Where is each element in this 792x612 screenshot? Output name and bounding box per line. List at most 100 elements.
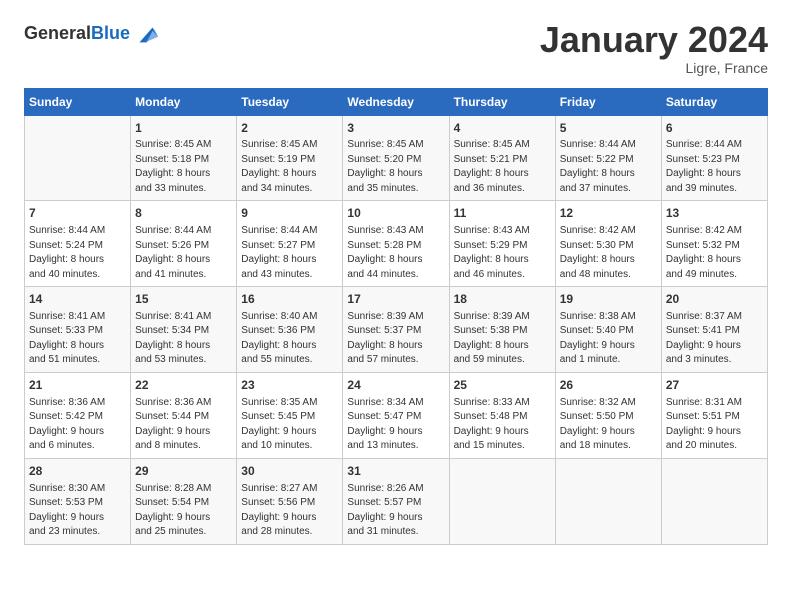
- cell-info: Sunrise: 8:45 AMSunset: 5:18 PMDaylight:…: [135, 138, 232, 196]
- cell-info: Sunrise: 8:38 AMSunset: 5:40 PMDaylight:…: [560, 310, 657, 368]
- day-number: 7: [29, 205, 126, 222]
- calendar-cell: 22Sunrise: 8:36 AMSunset: 5:44 PMDayligh…: [131, 372, 237, 458]
- calendar-cell: 23Sunrise: 8:35 AMSunset: 5:45 PMDayligh…: [237, 372, 343, 458]
- col-header-saturday: Saturday: [661, 88, 767, 115]
- calendar-cell: [25, 115, 131, 201]
- cell-info: Sunrise: 8:28 AMSunset: 5:54 PMDaylight:…: [135, 482, 232, 540]
- cell-info: Sunrise: 8:39 AMSunset: 5:37 PMDaylight:…: [347, 310, 444, 368]
- calendar-cell: 2Sunrise: 8:45 AMSunset: 5:19 PMDaylight…: [237, 115, 343, 201]
- week-row-2: 7 Sunrise: 8:44 AMSunset: 5:24 PMDaylight…: [25, 201, 768, 287]
- cell-info: Sunrise: 8:42 AMSunset: 5:32 PMDaylight:…: [666, 224, 763, 282]
- cell-info: Sunrise: 8:31 AMSunset: 5:51 PMDaylight:…: [666, 396, 763, 454]
- week-row-1: 1Sunrise: 8:45 AMSunset: 5:18 PMDaylight…: [25, 115, 768, 201]
- day-number: 2: [241, 120, 338, 137]
- day-number: 6: [666, 120, 763, 137]
- cell-info: Sunrise: 8:43 AMSunset: 5:28 PMDaylight:…: [347, 224, 444, 282]
- calendar-cell: 3Sunrise: 8:45 AMSunset: 5:20 PMDaylight…: [343, 115, 449, 201]
- day-number: 21: [29, 377, 126, 394]
- day-number: 8: [135, 205, 232, 222]
- header: GeneralBlue January 2024 Ligre, France: [24, 20, 768, 76]
- calendar-cell: 28Sunrise: 8:30 AMSunset: 5:53 PMDayligh…: [25, 458, 131, 544]
- calendar-cell: 6Sunrise: 8:44 AMSunset: 5:23 PMDaylight…: [661, 115, 767, 201]
- cell-info: Sunrise: 8:44 AMSunset: 5:23 PMDaylight:…: [666, 138, 763, 196]
- day-number: 17: [347, 291, 444, 308]
- calendar-cell: [449, 458, 555, 544]
- cell-info: Sunrise: 8:32 AMSunset: 5:50 PMDaylight:…: [560, 396, 657, 454]
- calendar-cell: 1Sunrise: 8:45 AMSunset: 5:18 PMDaylight…: [131, 115, 237, 201]
- week-row-5: 28Sunrise: 8:30 AMSunset: 5:53 PMDayligh…: [25, 458, 768, 544]
- cell-info: Sunrise: 8:36 AMSunset: 5:42 PMDaylight:…: [29, 396, 126, 454]
- cell-info: Sunrise: 8:41 AMSunset: 5:34 PMDaylight:…: [135, 310, 232, 368]
- calendar-cell: 10 Sunrise: 8:43 AMSunset: 5:28 PMDayligh…: [343, 201, 449, 287]
- calendar-cell: 17 Sunrise: 8:39 AMSunset: 5:37 PMDayligh…: [343, 287, 449, 373]
- day-number: 27: [666, 377, 763, 394]
- day-number: 30: [241, 463, 338, 480]
- header-row: SundayMondayTuesdayWednesdayThursdayFrid…: [25, 88, 768, 115]
- calendar-cell: 11 Sunrise: 8:43 AMSunset: 5:29 PMDayligh…: [449, 201, 555, 287]
- day-number: 26: [560, 377, 657, 394]
- calendar-cell: 31 Sunrise: 8:26 AMSunset: 5:57 PMDayligh…: [343, 458, 449, 544]
- cell-info: Sunrise: 8:45 AMSunset: 5:19 PMDaylight:…: [241, 138, 338, 196]
- cell-info: Sunrise: 8:37 AMSunset: 5:41 PMDaylight:…: [666, 310, 763, 368]
- cell-info: Sunrise: 8:27 AMSunset: 5:56 PMDaylight:…: [241, 482, 338, 540]
- day-number: 31: [347, 463, 444, 480]
- col-header-wednesday: Wednesday: [343, 88, 449, 115]
- day-number: 9: [241, 205, 338, 222]
- cell-info: Sunrise: 8:36 AMSunset: 5:44 PMDaylight:…: [135, 396, 232, 454]
- main-title: January 2024: [540, 20, 768, 60]
- day-number: 1: [135, 120, 232, 137]
- col-header-friday: Friday: [555, 88, 661, 115]
- calendar-cell: 21 Sunrise: 8:36 AMSunset: 5:42 PMDayligh…: [25, 372, 131, 458]
- cell-info: Sunrise: 8:33 AMSunset: 5:48 PMDaylight:…: [454, 396, 551, 454]
- cell-info: Sunrise: 8:39 AMSunset: 5:38 PMDaylight:…: [454, 310, 551, 368]
- day-number: 11: [454, 205, 551, 222]
- title-block: January 2024 Ligre, France: [540, 20, 768, 76]
- page-container: GeneralBlue January 2024 Ligre, France S…: [0, 0, 792, 561]
- calendar-cell: 8 Sunrise: 8:44 AMSunset: 5:26 PMDaylight…: [131, 201, 237, 287]
- col-header-sunday: Sunday: [25, 88, 131, 115]
- day-number: 3: [347, 120, 444, 137]
- cell-info: Sunrise: 8:41 AMSunset: 5:33 PMDaylight:…: [29, 310, 126, 368]
- calendar-cell: 15Sunrise: 8:41 AMSunset: 5:34 PMDayligh…: [131, 287, 237, 373]
- cell-info: Sunrise: 8:44 AMSunset: 5:26 PMDaylight:…: [135, 224, 232, 282]
- cell-info: Sunrise: 8:44 AMSunset: 5:22 PMDaylight:…: [560, 138, 657, 196]
- cell-info: Sunrise: 8:40 AMSunset: 5:36 PMDaylight:…: [241, 310, 338, 368]
- day-number: 13: [666, 205, 763, 222]
- logo: GeneralBlue: [24, 20, 160, 48]
- logo-icon: [132, 20, 160, 48]
- col-header-tuesday: Tuesday: [237, 88, 343, 115]
- day-number: 19: [560, 291, 657, 308]
- cell-info: Sunrise: 8:44 AMSunset: 5:24 PMDaylight:…: [29, 224, 126, 282]
- cell-info: Sunrise: 8:30 AMSunset: 5:53 PMDaylight:…: [29, 482, 126, 540]
- subtitle: Ligre, France: [540, 60, 768, 76]
- calendar-cell: [555, 458, 661, 544]
- calendar-cell: 25 Sunrise: 8:33 AMSunset: 5:48 PMDayligh…: [449, 372, 555, 458]
- cell-info: Sunrise: 8:42 AMSunset: 5:30 PMDaylight:…: [560, 224, 657, 282]
- day-number: 20: [666, 291, 763, 308]
- day-number: 4: [454, 120, 551, 137]
- cell-info: Sunrise: 8:44 AMSunset: 5:27 PMDaylight:…: [241, 224, 338, 282]
- cell-info: Sunrise: 8:45 AMSunset: 5:20 PMDaylight:…: [347, 138, 444, 196]
- col-header-thursday: Thursday: [449, 88, 555, 115]
- calendar-cell: 16Sunrise: 8:40 AMSunset: 5:36 PMDayligh…: [237, 287, 343, 373]
- day-number: 10: [347, 205, 444, 222]
- calendar-cell: 7 Sunrise: 8:44 AMSunset: 5:24 PMDaylight…: [25, 201, 131, 287]
- cell-info: Sunrise: 8:26 AMSunset: 5:57 PMDaylight:…: [347, 482, 444, 540]
- day-number: 25: [454, 377, 551, 394]
- logo-text: GeneralBlue: [24, 24, 130, 44]
- day-number: 12: [560, 205, 657, 222]
- calendar-cell: 12 Sunrise: 8:42 AMSunset: 5:30 PMDayligh…: [555, 201, 661, 287]
- cell-info: Sunrise: 8:45 AMSunset: 5:21 PMDaylight:…: [454, 138, 551, 196]
- cell-info: Sunrise: 8:43 AMSunset: 5:29 PMDaylight:…: [454, 224, 551, 282]
- day-number: 29: [135, 463, 232, 480]
- week-row-3: 14 Sunrise: 8:41 AMSunset: 5:33 PMDayligh…: [25, 287, 768, 373]
- calendar-cell: 26 Sunrise: 8:32 AMSunset: 5:50 PMDayligh…: [555, 372, 661, 458]
- logo-general: General: [24, 23, 91, 43]
- day-number: 14: [29, 291, 126, 308]
- calendar-table: SundayMondayTuesdayWednesdayThursdayFrid…: [24, 88, 768, 545]
- calendar-cell: 18 Sunrise: 8:39 AMSunset: 5:38 PMDayligh…: [449, 287, 555, 373]
- day-number: 24: [347, 377, 444, 394]
- day-number: 18: [454, 291, 551, 308]
- cell-info: Sunrise: 8:34 AMSunset: 5:47 PMDaylight:…: [347, 396, 444, 454]
- logo-blue: Blue: [91, 23, 130, 43]
